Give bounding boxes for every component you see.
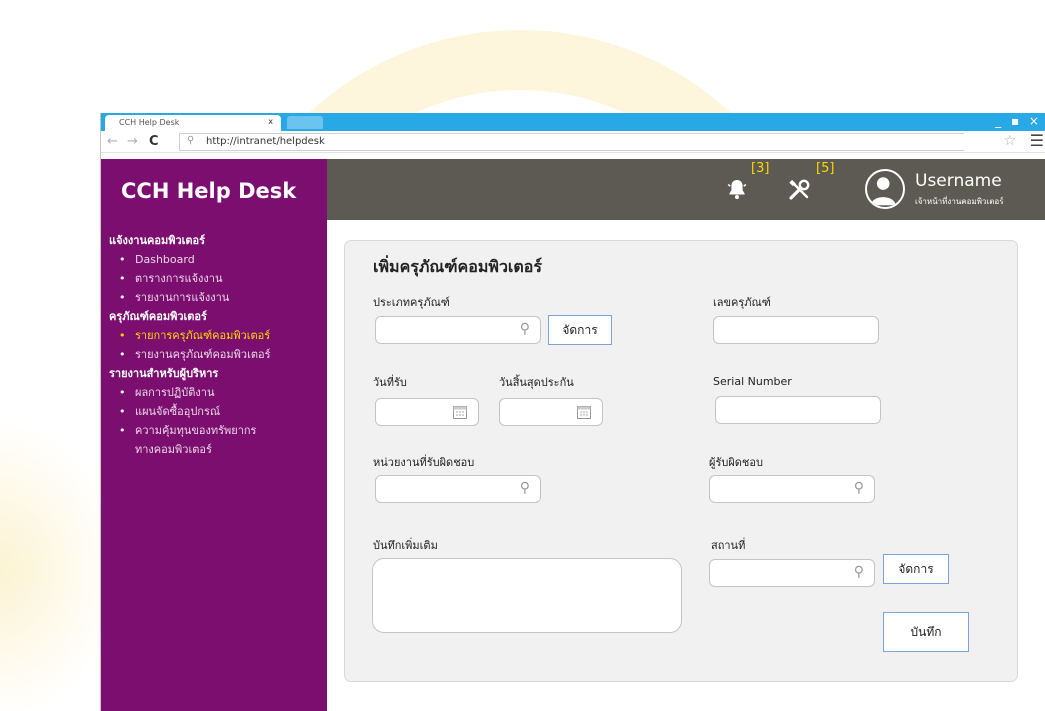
equipment-number-input[interactable] xyxy=(713,316,879,344)
sidebar-item-dashboard[interactable]: • Dashboard xyxy=(109,250,324,269)
browser-window: CCH Help Desk x _ ▪ × ← → C http://intra… xyxy=(100,113,1045,711)
bullet-icon: • xyxy=(119,329,126,342)
equipment-type-label: ประเภทครุภัณฑ์ xyxy=(373,296,450,309)
sidebar-nav: แจ้งงานคอมพิวเตอร์ • Dashboard • ตารางการแ… xyxy=(109,231,324,459)
received-date-label: วันที่รับ xyxy=(373,376,407,389)
tools-icon[interactable] xyxy=(787,178,813,202)
sidebar-item-performance[interactable]: • ผลการปฏิบัติงาน xyxy=(109,383,324,402)
sidebar-item-label-continued[interactable]: ทางคอมพิวเตอร์ xyxy=(109,440,324,459)
sidebar-item-label: ผลการปฏิบัติงาน xyxy=(135,386,215,399)
search-icon[interactable]: ⚲ xyxy=(854,480,864,496)
sidebar-item-cost-effectiveness[interactable]: • ความคุ้มทุนของทรัพยากร xyxy=(109,421,324,440)
brand-title: CCH Help Desk xyxy=(121,179,297,203)
search-icon[interactable]: ⚲ xyxy=(854,564,864,580)
back-icon[interactable]: ← xyxy=(107,134,118,149)
top-bar: [3] [5] Username เจ้าหน้าที่งานคอมพิวเตอ… xyxy=(327,159,1045,220)
sidebar-item-label: Dashboard xyxy=(135,253,195,266)
department-label: หน่วยงานที่รับผิดชอบ xyxy=(373,456,475,469)
manage-equipment-type-button[interactable]: จัดการ xyxy=(548,315,612,345)
screenshot-stage: CCH Help Desk x _ ▪ × ← → C http://intra… xyxy=(0,0,1045,711)
bullet-icon: • xyxy=(119,424,126,437)
bullet-icon: • xyxy=(119,253,126,266)
sidebar-item-procurement-plan[interactable]: • แผนจัดซื้ออุปกรณ์ xyxy=(109,402,324,421)
sidebar-item-label: รายงานครุภัณฑ์คอมพิวเตอร์ xyxy=(135,348,271,361)
sidebar-item-label: รายงานการแจ้งงาน xyxy=(135,291,230,304)
browser-tab[interactable]: CCH Help Desk x xyxy=(105,115,281,131)
equipment-type-search-input[interactable]: ⚲ xyxy=(375,316,541,344)
avatar[interactable] xyxy=(865,169,905,209)
notes-textarea[interactable] xyxy=(372,558,682,633)
nav-section-title: แจ้งงานคอมพิวเตอร์ xyxy=(109,234,206,247)
responsible-label: ผู้รับผิดชอบ xyxy=(709,456,763,469)
equipment-number-label: เลขครุภัณฑ์ xyxy=(713,296,771,309)
department-search-input[interactable]: ⚲ xyxy=(375,475,541,503)
sidebar-item-equipment-list[interactable]: • รายการครุภัณฑ์คอมพิวเตอร์ xyxy=(109,326,324,345)
sidebar-item-label: แผนจัดซื้ออุปกรณ์ xyxy=(135,405,221,418)
user-silhouette-icon xyxy=(870,177,896,206)
warranty-end-label: วันสิ้นสุดประกัน xyxy=(499,376,574,389)
app-viewport: CCH Help Desk แจ้งงานคอมพิวเตอร์ • Dashbo… xyxy=(101,153,1045,711)
bullet-icon: • xyxy=(119,386,126,399)
username[interactable]: Username xyxy=(915,171,1002,191)
received-date-input[interactable] xyxy=(375,398,479,426)
bookmark-star-icon[interactable]: ☆ xyxy=(1003,133,1016,149)
nav-section-title: รายงานสำหรับผู้บริหาร xyxy=(109,367,219,380)
calendar-icon[interactable] xyxy=(452,404,468,420)
new-tab-button[interactable] xyxy=(287,116,323,129)
sidebar-item-request-table[interactable]: • ตารางการแจ้งงาน xyxy=(109,269,324,288)
user-role: เจ้าหน้าที่งานคอมพิวเตอร์ xyxy=(915,197,1004,206)
calendar-icon[interactable] xyxy=(576,404,592,420)
bullet-icon: • xyxy=(119,272,126,285)
location-label: สถานที่ xyxy=(711,539,746,552)
save-button[interactable]: บันทึก xyxy=(883,612,969,652)
url-input[interactable]: http://intranet/helpdesk xyxy=(179,133,964,151)
serial-number-input[interactable] xyxy=(715,396,881,424)
bullet-icon: • xyxy=(119,291,126,304)
bell-icon[interactable] xyxy=(725,177,749,201)
serial-number-label: Serial Number xyxy=(713,375,792,388)
bullet-icon: • xyxy=(119,405,126,418)
warranty-end-input[interactable] xyxy=(499,398,603,426)
manage-location-button[interactable]: จัดการ xyxy=(883,554,949,584)
sidebar-item-label: รายการครุภัณฑ์คอมพิวเตอร์ xyxy=(135,329,271,342)
equipment-form-card: เพิ่มครุภัณฑ์คอมพิวเตอร์ ประเภทครุภัณฑ์ … xyxy=(344,240,1018,682)
location-search-input[interactable]: ⚲ xyxy=(709,559,875,587)
sidebar-item-request-report[interactable]: • รายงานการแจ้งงาน xyxy=(109,288,324,307)
reload-icon[interactable]: C xyxy=(149,134,159,149)
address-bar: ← → C http://intranet/helpdesk ⚲ ☆ ☰ xyxy=(101,131,1045,153)
sidebar-item-label: ตารางการแจ้งงาน xyxy=(135,272,223,285)
tab-close-icon[interactable]: x xyxy=(268,117,273,126)
search-icon[interactable]: ⚲ xyxy=(520,480,530,496)
url-search-icon: ⚲ xyxy=(187,135,195,146)
notes-label: บันทึกเพิ่มเติม xyxy=(373,539,438,552)
responsible-search-input[interactable]: ⚲ xyxy=(709,475,875,503)
tab-bar: CCH Help Desk x _ ▪ × xyxy=(101,113,1045,131)
page-title: เพิ่มครุภัณฑ์คอมพิวเตอร์ xyxy=(373,257,542,276)
sidebar-item-label: ความคุ้มทุนของทรัพยากร xyxy=(135,424,257,437)
notification-count: [3] xyxy=(751,161,770,176)
forward-icon[interactable]: → xyxy=(127,134,138,149)
browser-menu-icon[interactable]: ☰ xyxy=(1030,131,1044,150)
tools-count: [5] xyxy=(816,161,835,176)
tab-title: CCH Help Desk xyxy=(119,118,180,127)
sidebar-item-equipment-report[interactable]: • รายงานครุภัณฑ์คอมพิวเตอร์ xyxy=(109,345,324,364)
sidebar: CCH Help Desk แจ้งงานคอมพิวเตอร์ • Dashbo… xyxy=(101,159,327,711)
nav-section-title: ครุภัณฑ์คอมพิวเตอร์ xyxy=(109,310,207,323)
bullet-icon: • xyxy=(119,348,126,361)
window-controls[interactable]: _ ▪ × xyxy=(995,114,1042,128)
search-icon[interactable]: ⚲ xyxy=(520,321,530,337)
